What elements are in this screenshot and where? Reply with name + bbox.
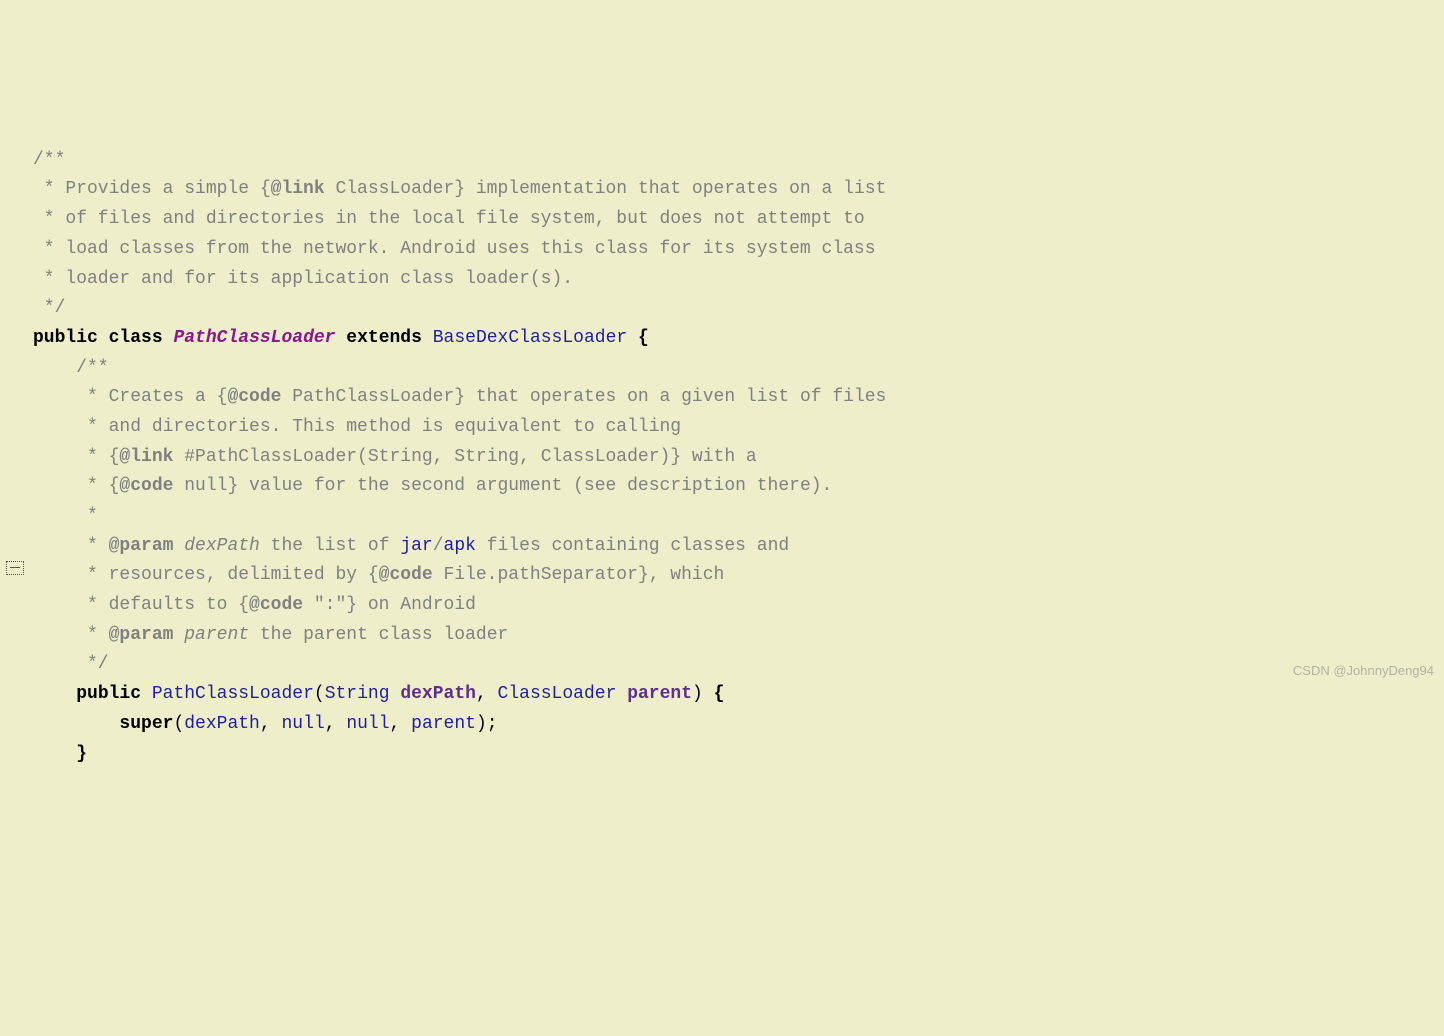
javadoc-line: the parent class loader bbox=[249, 625, 508, 645]
javadoc-line: the list of bbox=[260, 536, 400, 556]
slash: / bbox=[433, 536, 444, 556]
comma: , bbox=[260, 714, 282, 734]
javadoc-start: /** bbox=[33, 150, 65, 170]
javadoc-tag-link: @link bbox=[271, 179, 325, 199]
javadoc-line: * bbox=[33, 536, 109, 556]
javadoc-tag-param: @param bbox=[109, 536, 174, 556]
super-arg: dexPath bbox=[184, 714, 260, 734]
javadoc-line: null} value for the second argument (see… bbox=[173, 476, 832, 496]
paren-open: ( bbox=[173, 714, 184, 734]
method-gutter-icon[interactable] bbox=[6, 561, 24, 575]
javadoc-line: * resources, delimited by { bbox=[33, 565, 379, 585]
javadoc-end: */ bbox=[33, 298, 65, 318]
constructor-name: PathClassLoader bbox=[152, 684, 314, 704]
javadoc-line: * load classes from the network. Android… bbox=[33, 239, 876, 259]
base-class: BaseDexClassLoader bbox=[433, 328, 627, 348]
javadoc-line: * bbox=[33, 625, 109, 645]
javadoc-tag-code: @code bbox=[119, 476, 173, 496]
comma: , bbox=[390, 714, 412, 734]
javadoc-line: * Provides a simple { bbox=[33, 179, 271, 199]
comma: , bbox=[325, 714, 347, 734]
brace-open: { bbox=[703, 684, 725, 704]
super-arg: parent bbox=[411, 714, 476, 734]
javadoc-line: #PathClassLoader(String, String, ClassLo… bbox=[173, 447, 756, 467]
type-classloader: ClassLoader bbox=[498, 684, 617, 704]
type-string: String bbox=[325, 684, 390, 704]
javadoc-line: * and directories. This method is equiva… bbox=[33, 417, 681, 437]
javadoc-line: PathClassLoader} that operates on a give… bbox=[281, 387, 886, 407]
paren-close-semi: ); bbox=[476, 714, 498, 734]
keyword-class: class bbox=[109, 328, 163, 348]
paren-open: ( bbox=[314, 684, 325, 704]
keyword-null: null bbox=[281, 714, 324, 734]
javadoc-line: * { bbox=[33, 447, 119, 467]
param-parent: parent bbox=[627, 684, 692, 704]
javadoc-line: * of files and directories in the local … bbox=[33, 209, 865, 229]
javadoc-line: * loader and for its application class l… bbox=[33, 269, 573, 289]
javadoc-line: * defaults to { bbox=[33, 595, 249, 615]
brace-close: } bbox=[33, 744, 87, 764]
javadoc-start: /** bbox=[33, 358, 109, 378]
jar-link: jar bbox=[400, 536, 432, 556]
watermark: CSDN @JohnnyDeng94 bbox=[1293, 660, 1434, 681]
javadoc-line: } on Android bbox=[346, 595, 476, 615]
javadoc-string: ":" bbox=[303, 595, 346, 615]
javadoc-line: files containing classes and bbox=[476, 536, 789, 556]
javadoc-tag-code: @code bbox=[227, 387, 281, 407]
javadoc-line: * Creates a { bbox=[33, 387, 227, 407]
javadoc-line: File.pathSeparator}, which bbox=[433, 565, 725, 585]
javadoc-tag-code: @code bbox=[379, 565, 433, 585]
code-block: /** * Provides a simple {@link ClassLoad… bbox=[0, 146, 1444, 769]
keyword-null: null bbox=[346, 714, 389, 734]
keyword-public: public bbox=[33, 328, 98, 348]
paren-close: ) bbox=[692, 684, 703, 704]
keyword-public: public bbox=[76, 684, 141, 704]
class-name: PathClassLoader bbox=[173, 328, 335, 348]
javadoc-tag-link: @link bbox=[119, 447, 173, 467]
javadoc-param-name: dexPath bbox=[184, 536, 260, 556]
comma: , bbox=[476, 684, 498, 704]
javadoc-line: * bbox=[33, 506, 98, 526]
javadoc-line: ClassLoader} implementation that operate… bbox=[325, 179, 887, 199]
keyword-super: super bbox=[119, 714, 173, 734]
javadoc-param-name: parent bbox=[184, 625, 249, 645]
keyword-extends: extends bbox=[346, 328, 422, 348]
javadoc-tag-code: @code bbox=[249, 595, 303, 615]
apk-link: apk bbox=[444, 536, 476, 556]
javadoc-end: */ bbox=[33, 654, 109, 674]
javadoc-line: * { bbox=[33, 476, 119, 496]
param-dexpath: dexPath bbox=[400, 684, 476, 704]
brace-open: { bbox=[638, 328, 649, 348]
javadoc-tag-param: @param bbox=[109, 625, 174, 645]
